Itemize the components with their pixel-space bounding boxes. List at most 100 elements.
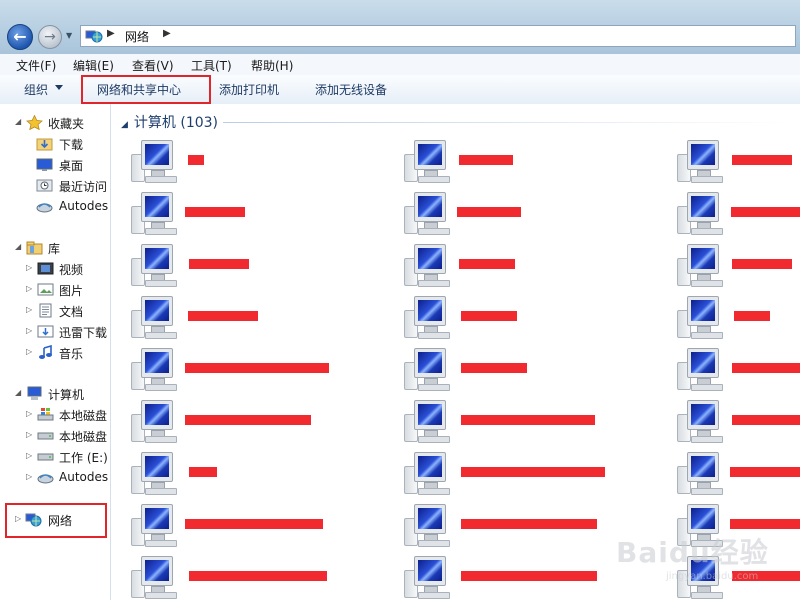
computer-item[interactable] xyxy=(404,190,604,236)
nav-local-disk-c[interactable]: ▷ 本地磁盘 xyxy=(0,405,110,425)
computer-item[interactable] xyxy=(677,242,800,288)
computer-icon xyxy=(131,244,177,287)
nav-videos[interactable]: ▷ 视频 xyxy=(0,259,110,279)
add-printer-button[interactable]: 添加打印机 xyxy=(219,81,279,98)
computer-item[interactable] xyxy=(404,554,604,600)
computer-item[interactable] xyxy=(677,554,800,600)
computer-item[interactable] xyxy=(404,450,605,496)
computer-item[interactable] xyxy=(404,346,604,392)
add-wireless-device-button[interactable]: 添加无线设备 xyxy=(315,81,387,98)
menu-help[interactable]: 帮助(H) xyxy=(251,57,293,74)
computer-item[interactable] xyxy=(677,346,800,392)
drive-icon xyxy=(37,432,54,440)
nav-work-e[interactable]: ▷ 工作 (E:) xyxy=(0,447,110,467)
expand-triangle-icon[interactable]: ▷ xyxy=(15,514,21,523)
computer-icon xyxy=(131,192,177,235)
navigation-pane: ◢ 收藏夹 下载 桌面 最近访问 Autodes ◢ 库 ▷ 视频 ▷ 图片 ▷… xyxy=(0,104,111,600)
group-header-computers[interactable]: ◢ 计算机 (103) xyxy=(121,112,218,132)
network-sharing-center-button[interactable]: 网络和共享中心 xyxy=(97,81,181,98)
nav-favorites[interactable]: ◢ 收藏夹 xyxy=(0,113,110,133)
nav-computer[interactable]: ◢ 计算机 xyxy=(0,384,110,404)
computer-item[interactable] xyxy=(131,554,331,600)
menu-tools[interactable]: 工具(T) xyxy=(191,57,232,74)
expand-triangle-icon[interactable]: ▷ xyxy=(26,305,32,314)
recent-pages-dropdown[interactable]: ▼ xyxy=(66,31,72,40)
computer-item[interactable] xyxy=(677,294,800,340)
redacted-computer-name xyxy=(185,207,245,217)
nav-desktop[interactable]: 桌面 xyxy=(0,155,110,175)
nav-autodesk-favorite[interactable]: Autodes xyxy=(0,197,110,217)
computer-item[interactable] xyxy=(677,138,800,184)
breadcrumb-separator-icon[interactable]: ▶ xyxy=(107,28,115,39)
breadcrumb-network[interactable]: 网络 xyxy=(125,28,149,45)
nav-xunlei[interactable]: ▷ 迅雷下载 xyxy=(0,322,110,342)
computer-item[interactable] xyxy=(131,398,331,444)
computer-item[interactable] xyxy=(677,398,800,444)
address-bar[interactable]: ▶ 网络 ▶ xyxy=(80,25,796,47)
expand-triangle-icon[interactable]: ▷ xyxy=(26,451,32,460)
computer-item[interactable] xyxy=(131,190,331,236)
redacted-computer-name xyxy=(185,363,329,373)
nav-label: 音乐 xyxy=(59,347,84,361)
computer-item[interactable] xyxy=(404,294,604,340)
menu-view[interactable]: 查看(V) xyxy=(132,57,174,74)
expand-triangle-icon[interactable]: ◢ xyxy=(15,242,21,251)
computer-icon xyxy=(131,504,177,547)
menu-edit[interactable]: 编辑(E) xyxy=(73,57,114,74)
nav-pictures[interactable]: ▷ 图片 xyxy=(0,280,110,300)
computer-item[interactable] xyxy=(404,398,604,444)
computer-item[interactable] xyxy=(131,138,331,184)
menu-file[interactable]: 文件(F) xyxy=(16,57,56,74)
nav-documents[interactable]: ▷ 文档 xyxy=(0,301,110,321)
computer-item[interactable] xyxy=(404,138,604,184)
expand-triangle-icon[interactable]: ▷ xyxy=(26,472,32,481)
redacted-computer-name xyxy=(732,571,800,581)
nav-local-disk-d[interactable]: ▷ 本地磁盘 xyxy=(0,426,110,446)
expand-triangle-icon[interactable]: ▷ xyxy=(26,409,32,418)
nav-network[interactable]: ▷ 网络 xyxy=(0,510,110,530)
nav-label: 文档 xyxy=(59,305,84,319)
forward-button[interactable]: → xyxy=(38,25,62,49)
expand-triangle-icon[interactable]: ◢ xyxy=(15,117,21,126)
expand-triangle-icon[interactable]: ▷ xyxy=(26,326,32,335)
computer-item[interactable] xyxy=(677,450,800,496)
nav-library[interactable]: ◢ 库 xyxy=(0,238,110,258)
computer-item[interactable] xyxy=(131,346,331,392)
expand-triangle-icon[interactable]: ▷ xyxy=(26,263,32,272)
windows-drive-icon xyxy=(37,408,54,421)
nav-label: 库 xyxy=(48,242,61,256)
nav-recent[interactable]: 最近访问 xyxy=(0,176,110,196)
organize-button[interactable]: 组织 xyxy=(24,81,48,98)
expand-triangle-icon[interactable]: ◢ xyxy=(15,388,21,397)
expand-triangle-icon[interactable]: ▷ xyxy=(26,430,32,439)
back-button[interactable]: ← xyxy=(7,24,33,50)
nav-downloads[interactable]: 下载 xyxy=(0,134,110,154)
library-folder-icon xyxy=(26,241,43,255)
computer-icon xyxy=(677,296,723,339)
nav-label: 网络 xyxy=(48,514,73,528)
computer-item[interactable] xyxy=(404,242,604,288)
computer-icon xyxy=(677,192,723,235)
collapse-triangle-icon[interactable]: ◢ xyxy=(121,120,128,130)
computer-item[interactable] xyxy=(131,502,331,548)
computer-icon xyxy=(131,556,177,599)
redacted-computer-name xyxy=(461,311,517,321)
redacted-computer-name xyxy=(185,415,311,425)
computer-icon xyxy=(677,140,723,183)
menu-bar: 文件(F) 编辑(E) 查看(V) 工具(T) 帮助(H) xyxy=(0,54,800,76)
computer-item[interactable] xyxy=(677,502,800,548)
computer-item[interactable] xyxy=(131,242,331,288)
computer-item[interactable] xyxy=(131,294,331,340)
nav-autodesk-drive[interactable]: ▷ Autodes xyxy=(0,468,110,488)
computer-item[interactable] xyxy=(404,502,604,548)
group-divider xyxy=(223,122,793,123)
computer-icon xyxy=(404,348,450,391)
redacted-computer-name xyxy=(732,259,792,269)
expand-triangle-icon[interactable]: ▷ xyxy=(26,284,32,293)
redacted-computer-name xyxy=(457,207,521,217)
breadcrumb-separator-icon[interactable]: ▶ xyxy=(163,28,171,39)
nav-music[interactable]: ▷ 音乐 xyxy=(0,343,110,363)
computer-item[interactable] xyxy=(131,450,331,496)
expand-triangle-icon[interactable]: ▷ xyxy=(26,347,32,356)
computer-item[interactable] xyxy=(677,190,800,236)
